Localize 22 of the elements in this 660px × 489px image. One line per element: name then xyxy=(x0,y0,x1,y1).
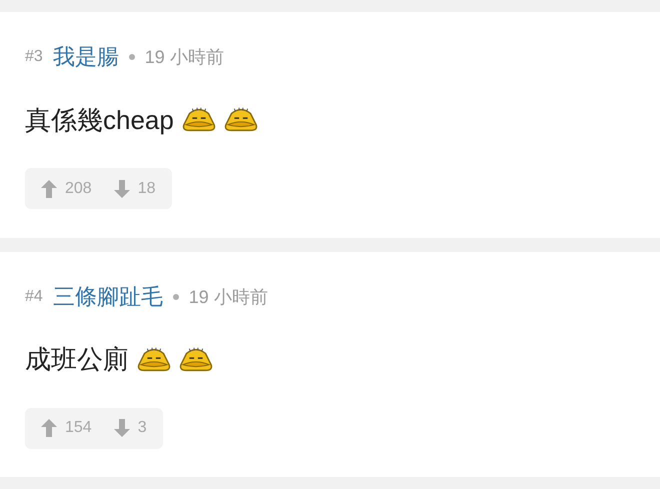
separator-dot xyxy=(128,54,135,60)
timestamp: 19 小時前 xyxy=(188,286,268,308)
upvote-button[interactable]: 154 xyxy=(41,419,92,437)
author-link[interactable]: 三條腳趾毛 xyxy=(52,282,163,312)
comment-number: #4 xyxy=(25,288,43,306)
separator-dot xyxy=(172,294,179,300)
emoticon-icon xyxy=(182,107,216,133)
emoticon-icon xyxy=(137,346,171,372)
down-arrow-icon xyxy=(114,419,130,437)
comment-number: #3 xyxy=(25,48,43,66)
comment-text: 真係幾cheap xyxy=(25,104,174,136)
upvote-button[interactable]: 208 xyxy=(41,180,92,198)
downvote-button[interactable]: 3 xyxy=(114,419,147,437)
emoticon-icon xyxy=(224,107,258,133)
down-arrow-icon xyxy=(114,180,130,198)
comment-text: 成班公廁 xyxy=(25,343,129,376)
emoticon-icon xyxy=(179,346,213,372)
up-arrow-icon xyxy=(41,180,57,198)
up-arrow-icon xyxy=(41,419,57,437)
downvote-button[interactable]: 18 xyxy=(114,180,156,198)
author-link[interactable]: 我是腸 xyxy=(52,42,119,72)
timestamp: 19 小時前 xyxy=(144,46,224,69)
